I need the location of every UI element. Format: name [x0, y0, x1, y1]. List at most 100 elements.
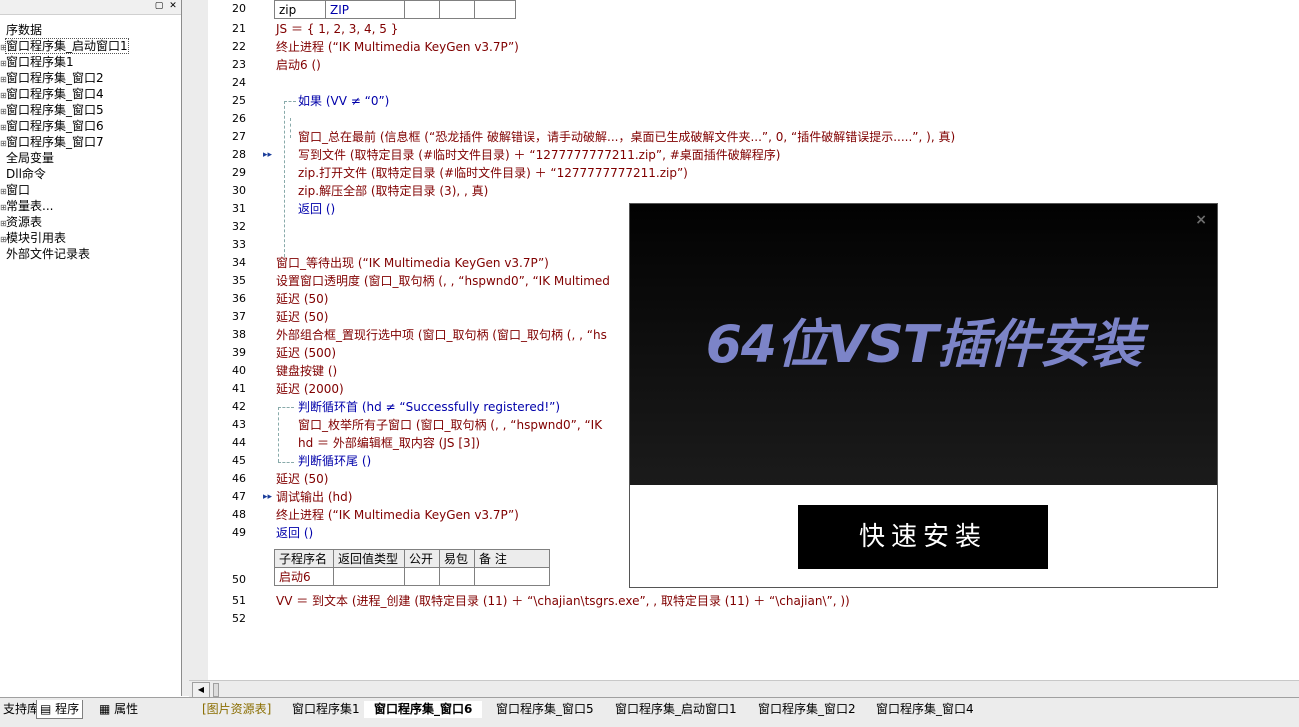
line-number: 36	[232, 292, 246, 305]
line-number: 29	[232, 166, 246, 179]
code-line[interactable]: 27 窗口_总在最前 (信息框 (“恐龙插件 破解错误，请手动破解...，桌面已生…	[208, 128, 1288, 146]
line-number: 52	[232, 612, 246, 625]
tree-item[interactable]: ⊞窗口程序集_窗口2	[0, 70, 180, 86]
tree-item[interactable]: ⊞窗口程序集_窗口4	[0, 86, 180, 102]
tree-item[interactable]: ⊞资源表	[0, 214, 180, 230]
tree-item-label: 全局变量	[6, 151, 55, 165]
line-number: 20	[232, 2, 246, 15]
tree-item-label: 模块引用表	[6, 231, 67, 245]
tree-item-label: Dll命令	[6, 167, 46, 181]
line-number: 34	[232, 256, 246, 269]
code-line[interactable]: 20	[208, 0, 1288, 18]
code-line[interactable]: 52	[208, 610, 1288, 628]
breakpoint-arrow-icon: ▸▸	[263, 492, 273, 502]
tree-item[interactable]: ⊞窗口程序集_窗口6	[0, 118, 180, 134]
tree-item-label: 窗口程序集_窗口7	[6, 135, 104, 149]
line-number: 42	[232, 400, 246, 413]
code-text: zip.解压全部 (取特定目录 (3), , 真)	[298, 184, 489, 198]
tab-window-set-1[interactable]: 窗口程序集1	[282, 701, 370, 718]
line-number: 23	[232, 58, 246, 71]
line-number: 48	[232, 508, 246, 521]
code-text: 终止进程 (“IK Multimedia KeyGen v3.7P”)	[276, 508, 519, 522]
line-number: 39	[232, 346, 246, 359]
code-text: 判断循环尾 ()	[298, 454, 372, 468]
editor-gutter	[189, 0, 208, 680]
code-text: 返回 ()	[298, 202, 336, 216]
tree-item[interactable]: ⊞窗口	[0, 182, 180, 198]
tab-window-2[interactable]: 窗口程序集_窗口2	[748, 701, 866, 718]
line-number: 32	[232, 220, 246, 233]
code-text: 延迟 (50)	[276, 310, 329, 324]
tree-item-label: 外部文件记录表	[6, 247, 91, 261]
tree-item[interactable]: Dll命令	[0, 166, 180, 182]
panel-titlebar: ▢ ✕	[0, 0, 181, 15]
close-icon[interactable]: ✕	[168, 1, 178, 11]
tree-item-label: 窗口程序集1	[6, 55, 74, 69]
line-number: 49	[232, 526, 246, 539]
line-number: 38	[232, 328, 246, 341]
scroll-thumb[interactable]	[213, 683, 219, 697]
code-line[interactable]: 22 终止进程 (“IK Multimedia KeyGen v3.7P”)	[208, 38, 1288, 56]
code-line[interactable]: 29 zip.打开文件 (取特定目录 (#临时文件目录) ＋ “127777777…	[208, 164, 1288, 182]
tree-item[interactable]: 全局变量	[0, 150, 180, 166]
install-popup: × 64位VST插件安装 快速安装	[629, 203, 1218, 588]
line-number: 27	[232, 130, 246, 143]
line-number: 40	[232, 364, 246, 377]
code-line[interactable]: 24	[208, 74, 1288, 92]
line-number: 35	[232, 274, 246, 287]
code-line[interactable]: 23 启动6 ()	[208, 56, 1288, 74]
code-text: 延迟 (2000)	[276, 382, 344, 396]
project-tree: 序数据 ⊞窗口程序集_启动窗口1 ⊞窗口程序集1 ⊞窗口程序集_窗口2 ⊞窗口程序集_窗…	[0, 22, 180, 262]
code-line[interactable]: 21 JS ＝ { 1, 2, 3, 4, 5 }	[208, 20, 1288, 38]
scroll-left-icon[interactable]: ◀	[192, 682, 210, 698]
tree-item-label: 窗口程序集_启动窗口1	[5, 38, 129, 54]
tab-properties[interactable]: ▦ 属性	[96, 700, 141, 718]
tab-window-4[interactable]: 窗口程序集_窗口4	[866, 701, 984, 718]
code-text: 键盘按键 ()	[276, 364, 338, 378]
quick-install-button[interactable]: 快速安装	[798, 505, 1048, 569]
table-header: 易包	[439, 549, 475, 568]
code-line[interactable]: 30 zip.解压全部 (取特定目录 (3), , 真)	[208, 182, 1288, 200]
table-header: 返回值类型	[333, 549, 405, 568]
line-number: 30	[232, 184, 246, 197]
table-header: 子程序名	[274, 549, 334, 568]
code-text: 返回 ()	[276, 526, 314, 540]
line-number: 46	[232, 472, 246, 485]
tree-item[interactable]: ⊞窗口程序集_窗口5	[0, 102, 180, 118]
code-text: 窗口_总在最前 (信息框 (“恐龙插件 破解错误，请手动破解...，桌面已生成破…	[298, 130, 956, 144]
code-line[interactable]: 28 ▸▸ 写到文件 (取特定目录 (#临时文件目录) ＋ “12777777772…	[208, 146, 1288, 164]
tree-item[interactable]: ⊞窗口程序集_窗口7	[0, 134, 180, 150]
tree-item[interactable]: ⊞模块引用表	[0, 230, 180, 246]
tab-window-5[interactable]: 窗口程序集_窗口5	[486, 701, 604, 718]
properties-icon: ▦	[99, 702, 111, 716]
tree-item[interactable]: 外部文件记录表	[0, 246, 180, 262]
tree-item[interactable]: 序数据	[0, 22, 180, 38]
code-line[interactable]: 26	[208, 110, 1288, 128]
line-number: 33	[232, 238, 246, 251]
line-number: 47	[232, 490, 246, 503]
line-number: 26	[232, 112, 246, 125]
code-line[interactable]: 25 如果 (VV ≠ “0”)	[208, 92, 1288, 110]
tab-program[interactable]: ▤ 程序	[36, 700, 84, 719]
code-text: 设置窗口透明度 (窗口_取句柄 (, , “hspwnd0”, “IK Mult…	[276, 274, 610, 288]
tab-label: 支持库	[3, 702, 40, 716]
tab-image-resources[interactable]: [图片资源表]	[192, 701, 281, 718]
code-text: 判断循环首 (hd ≠ “Successfully registered!”)	[298, 400, 561, 414]
line-number: 41	[232, 382, 246, 395]
tab-window-6[interactable]: 窗口程序集_窗口6	[364, 701, 483, 718]
restore-icon[interactable]: ▢	[154, 1, 164, 11]
horizontal-scrollbar[interactable]: ◀	[189, 680, 1299, 698]
code-text: 窗口_枚举所有子窗口 (窗口_取句柄 (, , “hspwnd0”, “IK	[298, 418, 603, 432]
tree-item[interactable]: ⊞常量表...	[0, 198, 180, 214]
tab-label: 程序	[55, 702, 80, 716]
tree-item-label: 窗口	[6, 183, 31, 197]
tree-item-label: 窗口程序集_窗口5	[6, 103, 104, 117]
tab-startup-window-1[interactable]: 窗口程序集_启动窗口1	[605, 701, 747, 718]
close-icon[interactable]: ×	[1195, 212, 1207, 228]
code-text: JS ＝ { 1, 2, 3, 4, 5 }	[276, 22, 399, 36]
code-line[interactable]: 51 VV ＝ 到文本 (进程_创建 (取特定目录 (11) ＋ “\chajia…	[208, 592, 1288, 610]
tree-item[interactable]: ⊞窗口程序集1	[0, 54, 180, 70]
tree-item[interactable]: ⊞窗口程序集_启动窗口1	[0, 38, 180, 54]
splitter[interactable]	[182, 0, 189, 696]
code-text: zip.打开文件 (取特定目录 (#临时文件目录) ＋ “12777777772…	[298, 166, 688, 180]
